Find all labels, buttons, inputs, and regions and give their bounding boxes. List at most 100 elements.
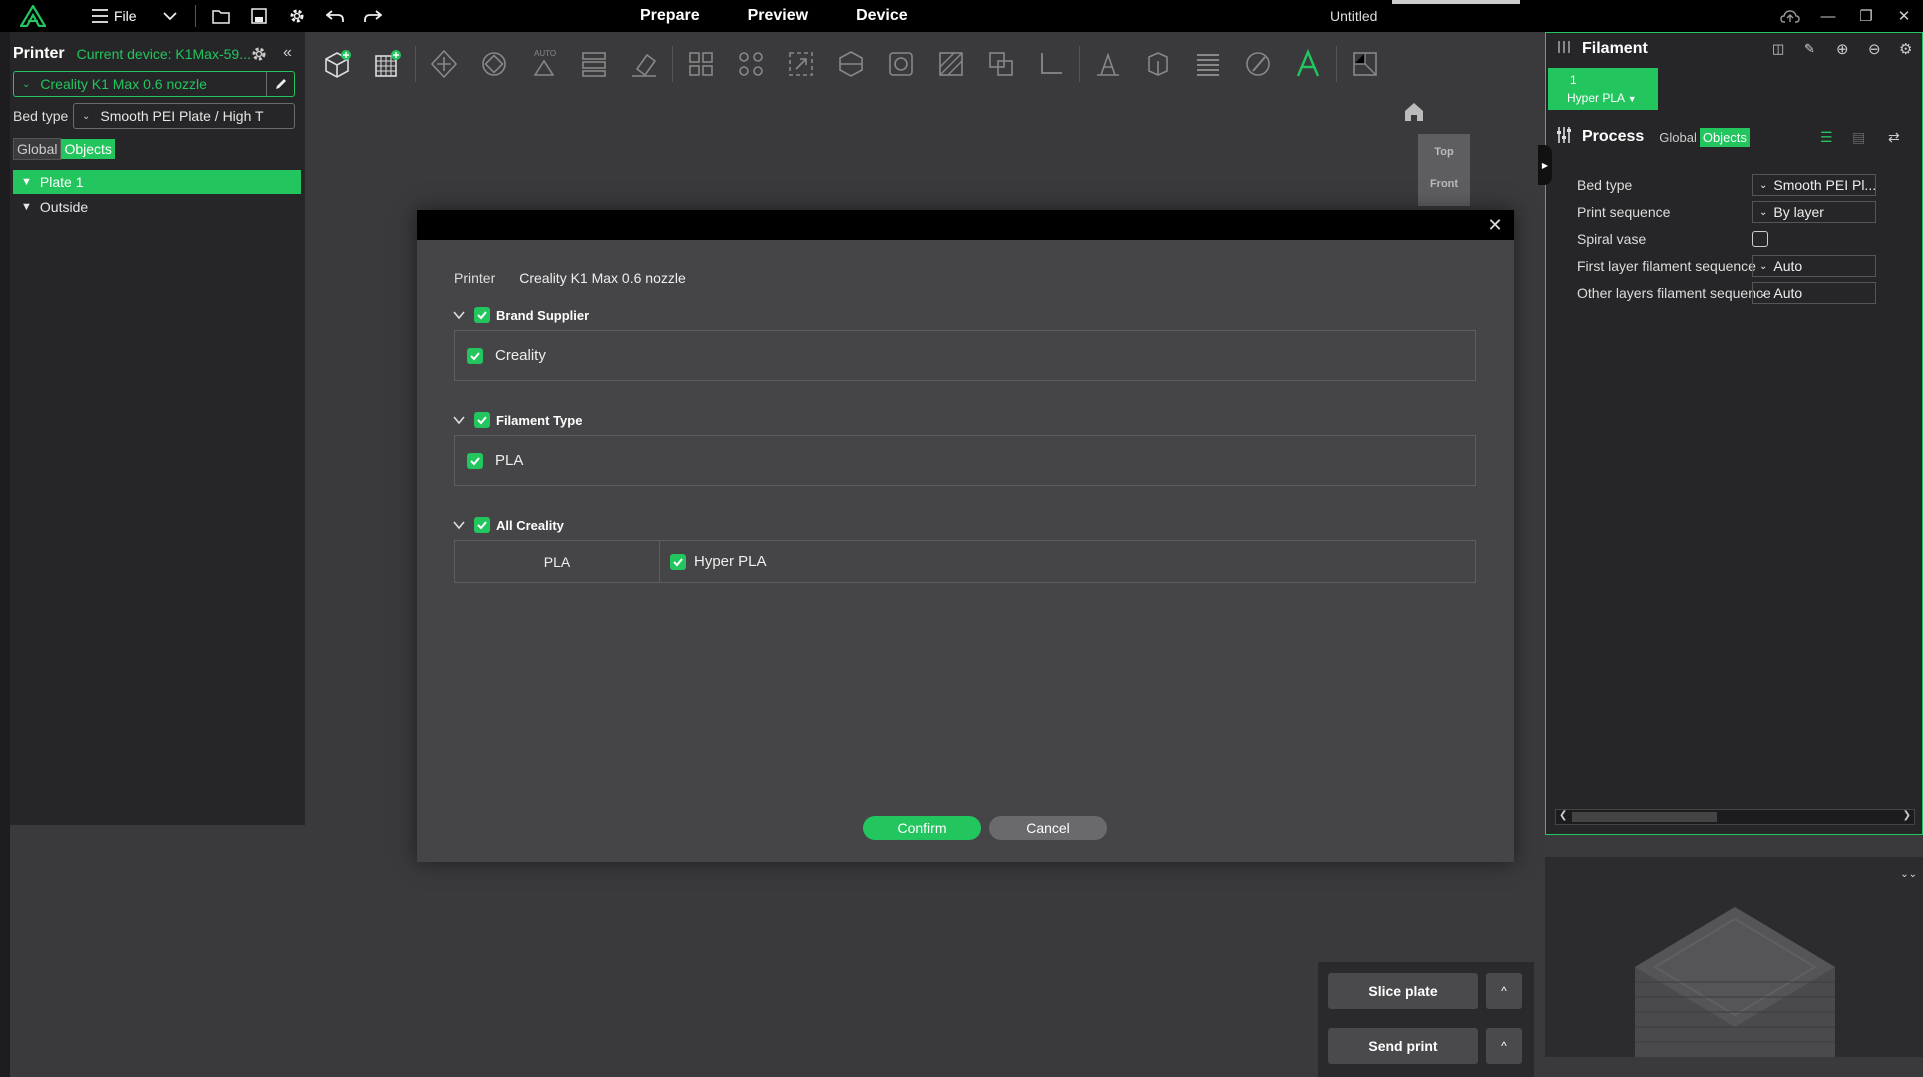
print-sequence-select[interactable]: ⌄ By layer bbox=[1752, 201, 1876, 223]
compare-icon[interactable]: ▤ bbox=[1852, 129, 1865, 146]
close-icon[interactable]: ✕ bbox=[1484, 214, 1506, 236]
process-section-title: Process bbox=[1582, 128, 1645, 145]
add-cube-icon[interactable] bbox=[315, 42, 359, 86]
split-objects-icon[interactable] bbox=[679, 42, 723, 86]
slice-plate-button[interactable]: Slice plate bbox=[1328, 973, 1478, 1009]
edit-printer-icon[interactable] bbox=[266, 72, 294, 96]
filament-type-cell: PLA bbox=[455, 541, 660, 582]
all-creality-checkbox[interactable] bbox=[474, 517, 490, 533]
text-tool-icon[interactable] bbox=[1286, 42, 1330, 86]
tab-device[interactable]: Device bbox=[856, 0, 908, 32]
horizontal-scrollbar[interactable]: ❮ ❯ bbox=[1555, 809, 1915, 825]
undo-icon[interactable] bbox=[316, 0, 354, 32]
creality-checkbox[interactable] bbox=[467, 347, 483, 364]
dropdown-chevron-icon: ⌄ bbox=[22, 78, 31, 90]
collapse-panel-icon[interactable]: « bbox=[283, 44, 292, 62]
hyper-pla-checkbox[interactable] bbox=[670, 553, 686, 570]
scroll-left-icon[interactable]: ❮ bbox=[1559, 810, 1567, 821]
minimize-icon[interactable]: — bbox=[1809, 0, 1847, 32]
restore-icon[interactable]: ❐ bbox=[1847, 0, 1885, 32]
scroll-right-icon[interactable]: ❯ bbox=[1903, 810, 1911, 821]
home-view-icon[interactable] bbox=[1402, 100, 1426, 124]
rotate-icon[interactable] bbox=[472, 42, 516, 86]
remove-filament-icon[interactable]: ⊖ bbox=[1868, 40, 1881, 58]
color-paint-icon[interactable] bbox=[1236, 42, 1280, 86]
send-options-button[interactable]: ^ bbox=[1486, 1028, 1522, 1064]
send-print-button[interactable]: Send print bbox=[1328, 1028, 1478, 1064]
printer-dropdown[interactable]: ⌄ Creality K1 Max 0.6 nozzle bbox=[13, 71, 295, 97]
spiral-vase-checkbox[interactable] bbox=[1752, 231, 1768, 247]
scale-icon[interactable] bbox=[779, 42, 823, 86]
add-plate-icon[interactable] bbox=[365, 42, 409, 86]
tree-item-plate[interactable]: ▼ Plate 1 bbox=[13, 170, 301, 194]
divider bbox=[194, 5, 196, 27]
save-icon[interactable] bbox=[240, 0, 278, 32]
arrange-icon[interactable] bbox=[572, 42, 616, 86]
brand-supplier-checkbox[interactable] bbox=[474, 307, 490, 323]
tab-preview[interactable]: Preview bbox=[748, 0, 808, 32]
tab-objects[interactable]: Objects bbox=[1699, 127, 1750, 147]
printer-settings-gear-icon[interactable] bbox=[250, 45, 268, 67]
emboss-icon[interactable] bbox=[1136, 42, 1180, 86]
assembly-view-icon[interactable] bbox=[1343, 42, 1387, 86]
filament-type-checkbox[interactable] bbox=[474, 412, 490, 428]
hollow-icon[interactable] bbox=[879, 42, 923, 86]
filament-chip[interactable]: 1 Hyper PLA ▼ bbox=[1548, 68, 1658, 110]
tab-global[interactable]: Global bbox=[1656, 128, 1700, 147]
section-title: All Creality bbox=[496, 517, 564, 533]
bed-type-dropdown[interactable]: ⌄ Smooth PEI Plate / High T bbox=[73, 103, 295, 129]
redo-icon[interactable] bbox=[354, 0, 392, 32]
split-parts-icon[interactable] bbox=[729, 42, 773, 86]
seam-paint-icon[interactable] bbox=[1086, 42, 1130, 86]
tab-global[interactable]: Global bbox=[13, 138, 62, 160]
current-device-label[interactable]: Current device: K1Max-59... bbox=[77, 46, 251, 62]
tab-objects[interactable]: Objects bbox=[61, 139, 115, 159]
collapse-chevron-icon[interactable]: ⌄⌄ bbox=[1900, 869, 1917, 880]
expand-arrow-icon[interactable]: ▶ bbox=[1538, 145, 1552, 185]
support-paint-icon[interactable] bbox=[929, 42, 973, 86]
file-menu[interactable]: File bbox=[114, 8, 137, 24]
plate-thumbnail-image bbox=[1635, 907, 1835, 1057]
add-filament-icon[interactable]: ⊕ bbox=[1836, 40, 1849, 58]
expand-caret-icon[interactable]: ▼ bbox=[21, 176, 32, 188]
auto-orient-icon[interactable]: AUTO bbox=[522, 42, 566, 86]
sync-filament-icon[interactable]: ◫ bbox=[1772, 41, 1784, 57]
collapse-chevron-icon[interactable] bbox=[452, 518, 466, 532]
tab-prepare[interactable]: Prepare bbox=[640, 0, 700, 32]
measure-icon[interactable] bbox=[1029, 42, 1073, 86]
divider bbox=[672, 46, 673, 82]
cancel-button[interactable]: Cancel bbox=[989, 816, 1107, 840]
slice-options-button[interactable]: ^ bbox=[1486, 973, 1522, 1009]
collapse-chevron-icon[interactable] bbox=[452, 413, 466, 427]
settings-gear-icon[interactable] bbox=[278, 0, 316, 32]
hamburger-menu-icon[interactable] bbox=[88, 0, 112, 32]
filament-settings-icon[interactable]: ⚙ bbox=[1899, 40, 1912, 58]
view-cube-front[interactable]: Front bbox=[1418, 178, 1470, 190]
collapse-chevron-icon[interactable] bbox=[452, 308, 466, 322]
swap-icon[interactable]: ⇄ bbox=[1888, 129, 1900, 146]
first-layer-sequence-select[interactable]: ⌄ Auto bbox=[1752, 255, 1876, 277]
tree-item-outside[interactable]: ▼ Outside bbox=[13, 195, 301, 219]
view-cube-top[interactable]: Top bbox=[1418, 146, 1470, 158]
open-folder-icon[interactable] bbox=[202, 0, 240, 32]
chevron-down-icon[interactable] bbox=[151, 0, 189, 32]
close-window-icon[interactable]: ✕ bbox=[1885, 0, 1923, 32]
boolean-icon[interactable] bbox=[979, 42, 1023, 86]
expand-caret-icon[interactable]: ▼ bbox=[21, 201, 32, 213]
other-layers-sequence-select[interactable]: ⌄ Auto bbox=[1752, 282, 1876, 304]
move-icon[interactable] bbox=[422, 42, 466, 86]
bed-type-select[interactable]: ⌄ Smooth PEI Pl... bbox=[1752, 174, 1876, 196]
option-label: Hyper PLA bbox=[694, 553, 767, 570]
cut-icon[interactable] bbox=[829, 42, 873, 86]
edit-filament-icon[interactable]: ✎ bbox=[1804, 41, 1815, 57]
confirm-button[interactable]: Confirm bbox=[863, 816, 981, 840]
view-cube[interactable]: Top Front bbox=[1418, 134, 1470, 206]
pla-checkbox[interactable] bbox=[467, 452, 483, 469]
list-view-icon[interactable]: ☰ bbox=[1820, 129, 1833, 146]
section-title: Brand Supplier bbox=[496, 307, 590, 323]
scrollbar-thumb[interactable] bbox=[1572, 812, 1717, 822]
lay-on-face-icon[interactable] bbox=[622, 42, 666, 86]
cloud-upload-icon[interactable] bbox=[1771, 0, 1809, 32]
filament-selection-dialog: ✕ Printer Creality K1 Max 0.6 nozzle Bra… bbox=[417, 210, 1514, 862]
layers-icon[interactable] bbox=[1186, 42, 1230, 86]
